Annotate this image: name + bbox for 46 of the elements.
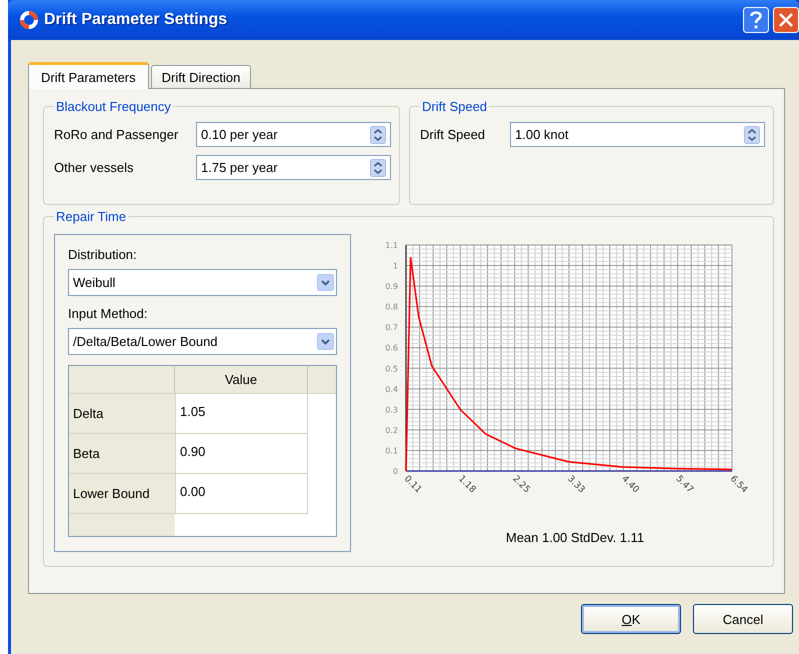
group-title: Blackout Frequency (55, 99, 172, 114)
field-label: RoRo and Passenger (54, 127, 180, 142)
axis-label: 0.9 (385, 282, 398, 292)
axis-label: 0.5 (385, 364, 398, 374)
field-label: Input Method: (68, 306, 148, 323)
row-header: Beta (69, 434, 175, 474)
field-label: Drift Speed (420, 127, 486, 142)
spin-box[interactable]: 1.75 per year (196, 155, 391, 180)
lifebuoy-icon (20, 11, 38, 29)
dropdown-chevron-icon[interactable] (317, 333, 334, 350)
table-cell[interactable]: 0.00 (175, 474, 308, 514)
axis-label: 0.3 (385, 405, 398, 414)
column-header: Value (175, 366, 308, 393)
dropdown-chevron-icon[interactable] (317, 274, 334, 291)
row-header: Lower Bound (69, 474, 175, 514)
field-label: Distribution: (68, 247, 138, 264)
axis-label: 0.6 (385, 344, 398, 353)
axis-label: 0.4 (385, 384, 398, 394)
close-icon[interactable] (773, 7, 799, 33)
group-title: Repair Time (55, 209, 128, 224)
axis-label: 1.1 (385, 241, 398, 250)
spin-box[interactable]: 0.10 per year (196, 122, 391, 147)
tab[interactable]: Drift Direction (150, 65, 252, 88)
spin-arrows-icon[interactable] (744, 126, 760, 144)
axis-label: 0.1 (385, 446, 398, 456)
chart-summary: Mean 1.00 StdDev. 1.11 (506, 530, 644, 545)
distribution-dropdown[interactable]: Weibull (68, 269, 337, 296)
axis-label: 0.7 (385, 323, 398, 332)
field-label: Other vessels (54, 160, 134, 175)
axis-label: 0 (392, 467, 398, 476)
spin-box[interactable]: 1.00 knot (510, 122, 765, 147)
table-cell[interactable]: 0.90 (175, 434, 308, 474)
tab[interactable]: Drift Parameters (28, 62, 149, 89)
axis-label: 1 (392, 262, 398, 271)
row-header: Delta (69, 394, 175, 434)
axis-label: 0.8 (385, 302, 398, 312)
input-method-dropdown[interactable]: /Delta/Beta/Lower Bound (68, 328, 337, 355)
window-title: Drift Parameter Settings (44, 11, 228, 29)
table-cell[interactable]: 1.05 (175, 394, 308, 434)
dialog-button[interactable]: Cancel (693, 604, 793, 634)
axis-label: 0.2 (385, 426, 398, 435)
help-icon[interactable] (743, 7, 769, 33)
spin-arrows-icon[interactable] (370, 158, 386, 176)
group-title: Drift Speed (421, 99, 488, 114)
dialog-button[interactable]: OK (581, 604, 681, 634)
spin-arrows-icon[interactable] (370, 126, 386, 144)
